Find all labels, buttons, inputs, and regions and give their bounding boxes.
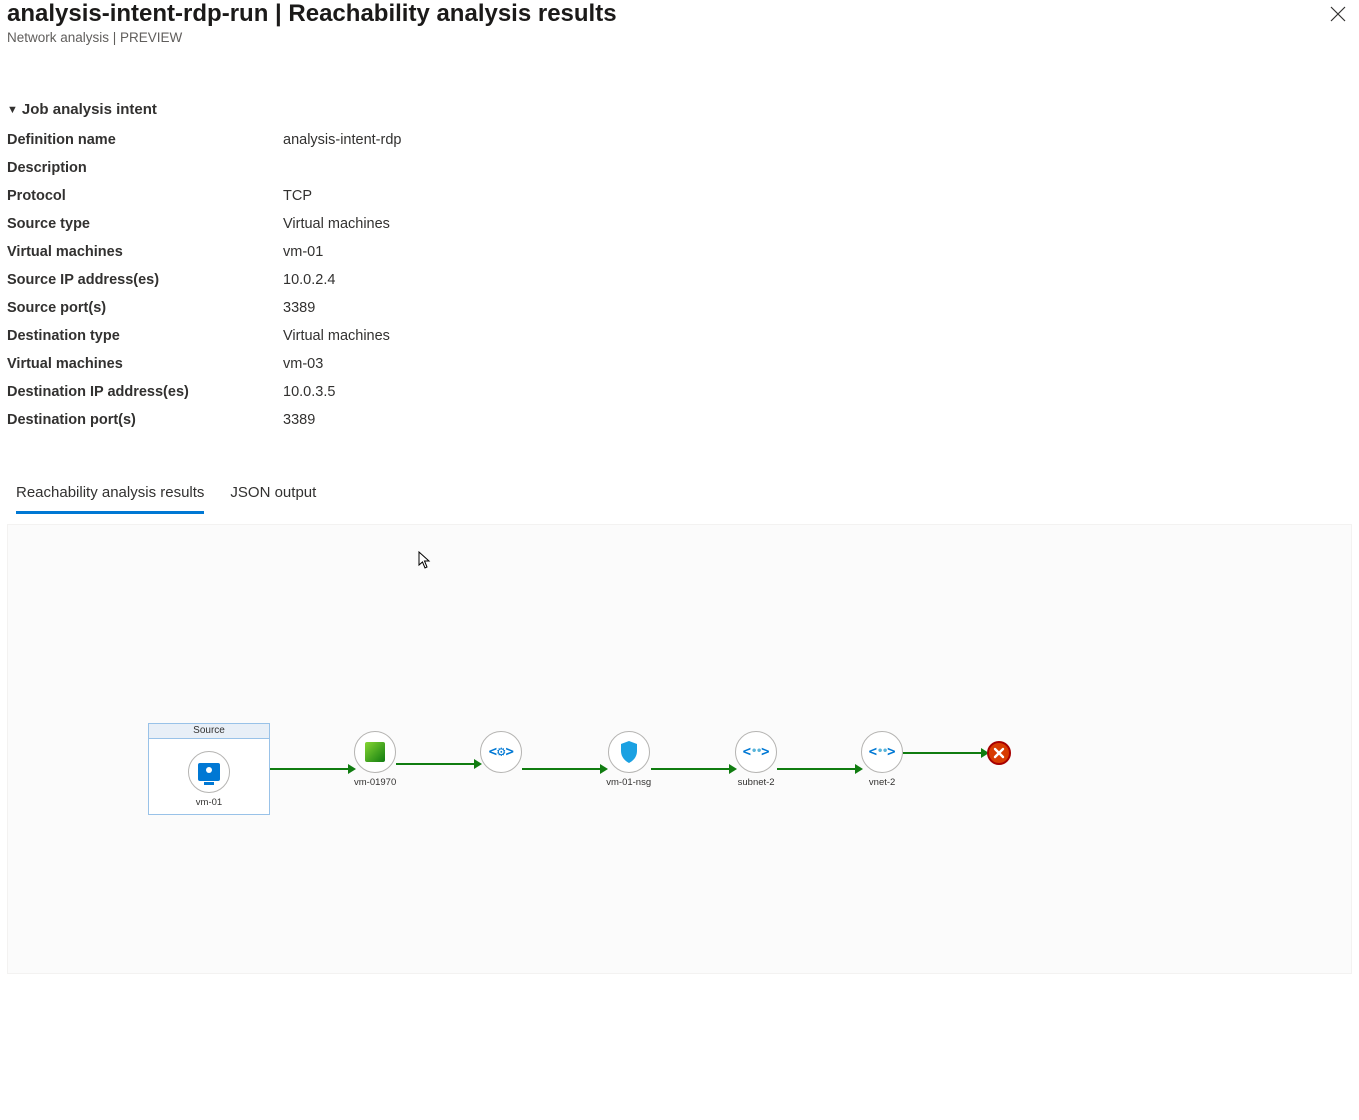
config-icon: <⚙>: [489, 744, 514, 760]
close-button[interactable]: [1324, 0, 1352, 28]
dest-type-label: Destination type: [7, 328, 283, 344]
source-vm-value: vm-01: [283, 244, 1352, 260]
node-nsg-label: vm-01-nsg: [606, 777, 651, 788]
vm-icon: [198, 763, 220, 781]
page-subtitle: Network analysis | PREVIEW: [7, 30, 617, 45]
protocol-label: Protocol: [7, 188, 283, 204]
definition-name-label: Definition name: [7, 132, 283, 148]
tab-reachability-results[interactable]: Reachability analysis results: [16, 484, 204, 514]
job-intent-heading: Job analysis intent: [22, 101, 157, 118]
subnet-icon: <••>: [743, 744, 770, 760]
shield-icon: [619, 740, 639, 764]
source-vm-label: Virtual machines: [7, 244, 283, 260]
edge: [396, 763, 480, 765]
dest-type-value: Virtual machines: [283, 328, 1352, 344]
node-vm-01-label: vm-01: [196, 797, 222, 808]
protocol-value: TCP: [283, 188, 1352, 204]
node-config[interactable]: <⚙>: [480, 731, 522, 777]
job-intent-toggle[interactable]: ▼ Job analysis intent: [7, 101, 1352, 118]
topology-canvas[interactable]: Source vm-01 vm-01970 <⚙>: [7, 524, 1352, 974]
close-icon: [1330, 6, 1346, 22]
edge: [522, 768, 606, 770]
node-nic[interactable]: vm-01970: [354, 731, 396, 788]
source-group-label: Source: [149, 724, 269, 739]
error-icon: [987, 741, 1011, 765]
vnet-icon: <••>: [869, 744, 896, 760]
dest-port-value: 3389: [283, 412, 1352, 428]
dest-ip-value: 10.0.3.5: [283, 384, 1352, 400]
edge: [270, 768, 354, 770]
dest-vm-value: vm-03: [283, 356, 1352, 372]
node-vnet-label: vnet-2: [869, 777, 895, 788]
dest-port-label: Destination port(s): [7, 412, 283, 428]
page-title: analysis-intent-rdp-run | Reachability a…: [7, 0, 617, 28]
node-vm-01[interactable]: vm-01: [188, 751, 230, 808]
description-label: Description: [7, 160, 283, 176]
edge: [651, 768, 735, 770]
source-type-label: Source type: [7, 216, 283, 232]
node-nsg[interactable]: vm-01-nsg: [606, 731, 651, 788]
source-type-value: Virtual machines: [283, 216, 1352, 232]
node-subnet-label: subnet-2: [738, 777, 775, 788]
result-tabs: Reachability analysis results JSON outpu…: [16, 484, 1359, 514]
source-group[interactable]: Source vm-01: [148, 723, 270, 815]
intent-definition-table: Definition nameanalysis-intent-rdp Descr…: [7, 124, 1352, 434]
dest-vm-label: Virtual machines: [7, 356, 283, 372]
cursor-icon: [418, 551, 432, 574]
node-vnet[interactable]: <••> vnet-2: [861, 731, 903, 788]
tab-json-output[interactable]: JSON output: [230, 484, 316, 514]
dest-ip-label: Destination IP address(es): [7, 384, 283, 400]
definition-name-value: analysis-intent-rdp: [283, 132, 1352, 148]
source-ip-label: Source IP address(es): [7, 272, 283, 288]
node-subnet[interactable]: <••> subnet-2: [735, 731, 777, 788]
source-port-label: Source port(s): [7, 300, 283, 316]
source-port-value: 3389: [283, 300, 1352, 316]
node-nic-label: vm-01970: [354, 777, 396, 788]
node-error[interactable]: [987, 741, 1011, 765]
source-ip-value: 10.0.2.4: [283, 272, 1352, 288]
edge: [903, 752, 987, 754]
edge: [777, 768, 861, 770]
nic-icon: [365, 742, 385, 762]
description-value: [283, 160, 1352, 176]
caret-down-icon: ▼: [7, 104, 18, 116]
